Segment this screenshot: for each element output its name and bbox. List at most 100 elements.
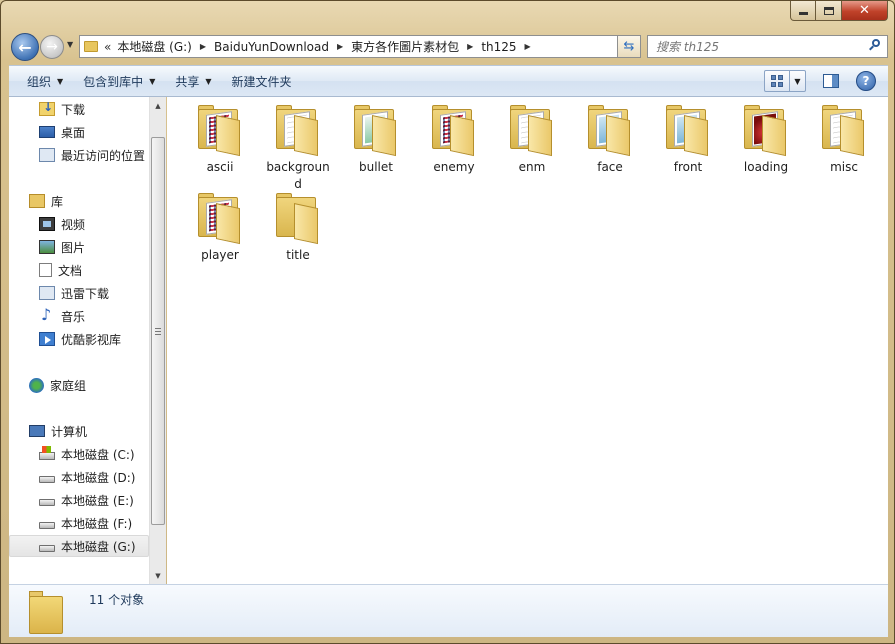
minimize-button[interactable] [790, 1, 816, 21]
command-bar: 组织 ▼ 包含到库中 ▼ 共享 ▼ 新建文件夹 ▼ ? [9, 65, 888, 97]
scroll-down-button[interactable]: ▼ [150, 567, 166, 584]
nav-item-libraries[interactable]: 库 [9, 190, 149, 212]
folder-item-front[interactable]: front [653, 105, 723, 176]
search-icon[interactable] [869, 39, 881, 51]
breadcrumb-item-drive-g[interactable]: 本地磁盘 (G:) [117, 38, 192, 55]
nav-item-youku-library[interactable]: 优酷影视库 [9, 328, 149, 350]
refresh-button[interactable]: ⇆ [617, 35, 641, 58]
folder-icon [352, 105, 400, 157]
folder-item-enemy[interactable]: enemy [419, 105, 489, 176]
include-in-library-label: 包含到库中 [83, 74, 144, 89]
nav-item-label: 视频 [61, 217, 86, 232]
folder-item-player[interactable]: player [185, 193, 255, 264]
nav-item-music[interactable]: 音乐 [9, 305, 149, 327]
help-icon: ? [862, 74, 870, 88]
share-menu[interactable]: 共享 ▼ [165, 66, 221, 96]
breadcrumb-item-baiduyundownload[interactable]: BaiduYunDownload [214, 40, 329, 54]
folder-item-loading[interactable]: loading [731, 105, 801, 176]
include-in-library-menu[interactable]: 包含到库中 ▼ [73, 66, 165, 96]
homegroup-icon [29, 377, 44, 393]
nav-item-computer[interactable]: 计算机 [9, 420, 149, 442]
nav-item-pictures[interactable]: 图片 [9, 236, 149, 258]
refresh-icon: ⇆ [623, 39, 635, 54]
download-folder-icon [39, 100, 55, 116]
folder-name: bullet [359, 160, 393, 174]
minimize-icon [798, 11, 808, 15]
search-box[interactable] [647, 35, 888, 58]
organize-menu[interactable]: 组织 ▼ [9, 66, 73, 96]
desktop-icon [39, 126, 55, 138]
change-view-button[interactable] [764, 70, 790, 92]
nav-item-desktop[interactable]: 桌面 [9, 121, 149, 143]
breadcrumb-separator-icon[interactable]: ▶ [525, 42, 531, 51]
nav-item-label: 本地磁盘 (D:) [61, 470, 136, 485]
recent-places-icon [39, 148, 55, 162]
nav-item-documents[interactable]: 文档 [9, 259, 149, 281]
nav-item-homegroup[interactable]: 家庭组 [9, 374, 149, 396]
folder-item-enm[interactable]: enm [497, 105, 567, 176]
navigation-bar: ← → ▼ « 本地磁盘 (G:) ▶ BaiduYunDownload ▶ 東… [9, 31, 889, 63]
nav-item-drive-c[interactable]: 本地磁盘 (C:) [9, 443, 149, 465]
organize-label: 组织 [27, 74, 52, 89]
new-folder-label: 新建文件夹 [231, 74, 292, 89]
nav-item-label: 本地磁盘 (C:) [61, 447, 135, 462]
recent-pages-dropdown[interactable]: ▼ [67, 40, 73, 49]
folder-icon [586, 105, 634, 157]
breadcrumb-item-touhou-pack[interactable]: 東方各作圖片素材包 [351, 38, 459, 55]
folder-name: enm [518, 160, 546, 174]
nav-item-label: 本地磁盘 (F:) [61, 516, 133, 531]
folder-item-bullet[interactable]: bullet [341, 105, 411, 176]
view-options-dropdown[interactable]: ▼ [790, 70, 806, 92]
forward-arrow-icon: → [46, 39, 58, 55]
nav-item-downloads[interactable]: 下载 [9, 98, 149, 120]
nav-item-label: 桌面 [61, 125, 86, 140]
breadcrumb-overflow[interactable]: « [104, 40, 111, 54]
breadcrumb-separator-icon[interactable]: ▶ [200, 42, 206, 51]
help-button[interactable]: ? [856, 71, 876, 91]
folder-icon [29, 591, 65, 635]
folder-item-misc[interactable]: misc [809, 105, 879, 176]
preview-pane-button[interactable] [820, 70, 842, 92]
folder-icon [664, 105, 712, 157]
folder-name: ascii [206, 160, 234, 174]
folder-item-title[interactable]: title [263, 193, 333, 264]
document-library-icon [39, 263, 52, 277]
scroll-thumb[interactable] [151, 137, 165, 525]
music-library-icon [39, 305, 55, 324]
folder-name: title [286, 248, 310, 262]
forward-button[interactable]: → [40, 35, 64, 59]
file-list: ascii background bullet enemy enm face f… [167, 97, 888, 584]
navigation-pane: 下载 桌面 最近访问的位置 库 视频 图片 文档 迅雷下载 音乐 优酷影视库 家… [9, 97, 166, 584]
new-folder-button[interactable]: 新建文件夹 [222, 66, 302, 96]
nav-item-drive-d[interactable]: 本地磁盘 (D:) [9, 466, 149, 488]
folder-name: loading [743, 160, 789, 174]
breadcrumb-separator-icon[interactable]: ▶ [337, 42, 343, 51]
nav-item-videos[interactable]: 视频 [9, 213, 149, 235]
search-input[interactable] [656, 39, 856, 54]
folder-name: player [201, 248, 239, 262]
system-drive-icon [39, 446, 55, 460]
folder-item-background[interactable]: background [263, 105, 333, 193]
breadcrumb-item-th125[interactable]: th125 [481, 40, 516, 54]
nav-item-label: 本地磁盘 (E:) [61, 493, 134, 508]
nav-item-recent-places[interactable]: 最近访问的位置 [9, 144, 149, 166]
breadcrumb: 本地磁盘 (G:) ▶ BaiduYunDownload ▶ 東方各作圖片素材包… [117, 38, 538, 55]
close-button[interactable]: ✕ [842, 1, 888, 21]
breadcrumb-separator-icon[interactable]: ▶ [467, 42, 473, 51]
back-button[interactable]: ← [11, 33, 39, 61]
folder-icon [742, 105, 790, 157]
folder-item-ascii[interactable]: ascii [185, 105, 255, 176]
maximize-button[interactable] [816, 1, 842, 21]
address-bar[interactable]: « 本地磁盘 (G:) ▶ BaiduYunDownload ▶ 東方各作圖片素… [79, 35, 639, 58]
nav-item-label: 图片 [61, 240, 86, 255]
chevron-down-icon: ▼ [57, 76, 64, 86]
nav-item-drive-g[interactable]: 本地磁盘 (G:) [9, 535, 149, 557]
navigation-scrollbar[interactable]: ▲ ▼ [149, 97, 166, 584]
nav-item-xunlei-downloads[interactable]: 迅雷下载 [9, 282, 149, 304]
nav-item-label: 计算机 [51, 424, 88, 439]
nav-item-drive-f[interactable]: 本地磁盘 (F:) [9, 512, 149, 534]
back-arrow-icon: ← [18, 37, 32, 57]
scroll-up-button[interactable]: ▲ [150, 97, 166, 114]
folder-item-face[interactable]: face [575, 105, 645, 176]
nav-item-drive-e[interactable]: 本地磁盘 (E:) [9, 489, 149, 511]
